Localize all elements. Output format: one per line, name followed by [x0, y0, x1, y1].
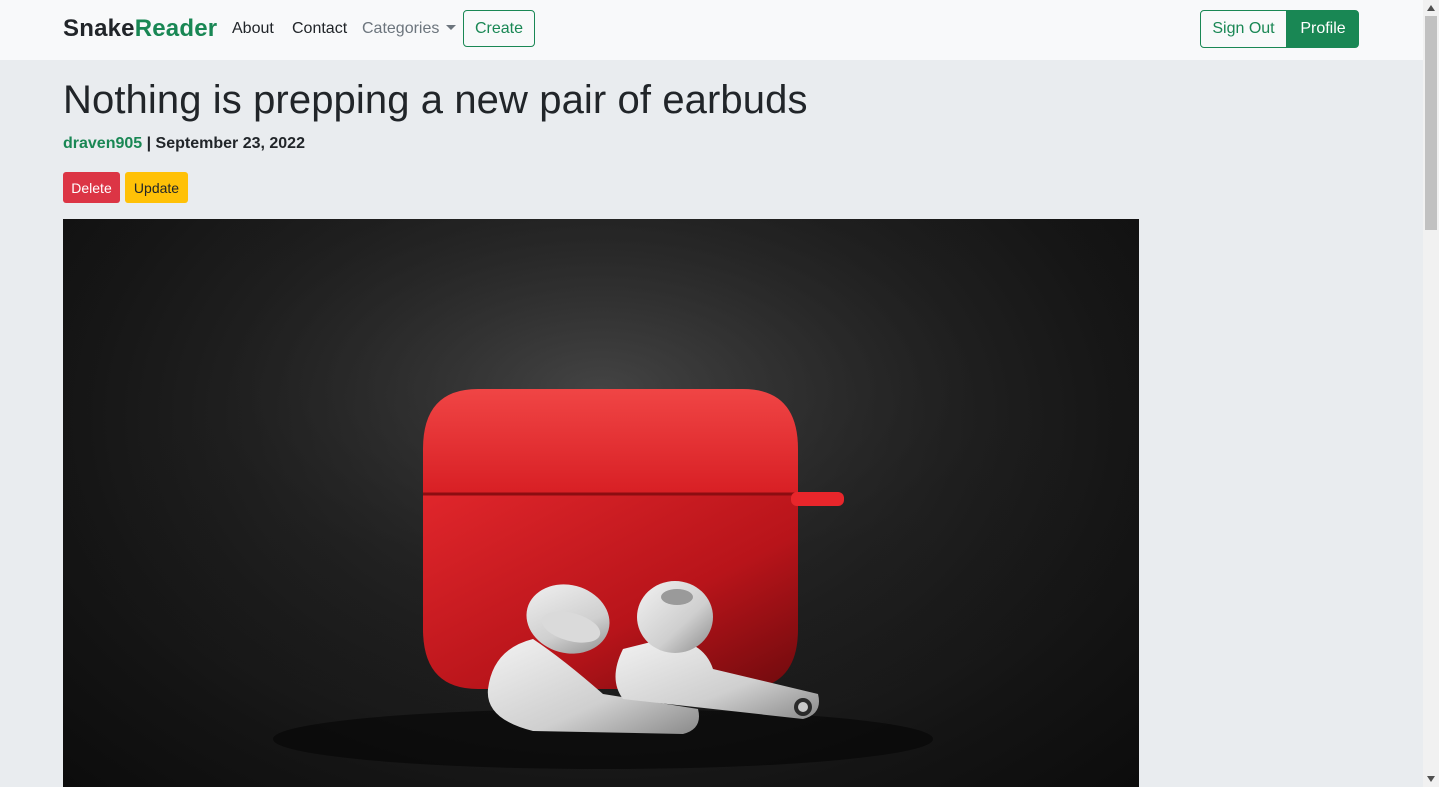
delete-button[interactable]: Delete	[63, 172, 120, 203]
nav-link-about[interactable]: About	[232, 20, 274, 38]
post-meta: draven905 | September 23, 2022	[63, 135, 305, 153]
categories-label: Categories	[362, 20, 440, 37]
case-body	[423, 494, 798, 689]
post-date: September 23, 2022	[155, 135, 305, 152]
scroll-down-arrow-icon[interactable]	[1423, 771, 1439, 787]
sign-out-button[interactable]: Sign Out	[1200, 10, 1287, 48]
earbuds-illustration	[63, 219, 1139, 787]
brand-text-part1: Snake	[63, 15, 135, 42]
nav-link-contact[interactable]: Contact	[292, 20, 347, 38]
profile-button[interactable]: Profile	[1287, 10, 1359, 48]
scroll-up-arrow-icon[interactable]	[1423, 0, 1439, 16]
post-title: Nothing is prepping a new pair of earbud…	[63, 78, 808, 122]
case-lid	[423, 389, 798, 494]
brand-text-part2: Reader	[134, 15, 218, 42]
post-author-link[interactable]: draven905	[63, 135, 142, 152]
caret-down-icon	[446, 25, 457, 30]
create-button[interactable]: Create	[463, 10, 535, 47]
scrollbar-thumb[interactable]	[1425, 16, 1437, 230]
case-tab	[791, 492, 844, 506]
brand-logo[interactable]: SnakeReader	[63, 15, 217, 43]
meta-separator: |	[142, 135, 156, 152]
nav-dropdown-categories[interactable]: Categories	[362, 20, 457, 38]
update-button[interactable]: Update	[125, 172, 188, 203]
page-scrollbar[interactable]	[1423, 0, 1439, 787]
navbar: SnakeReader About Contact Categories Cre…	[0, 0, 1423, 60]
post-hero-image	[63, 219, 1139, 787]
